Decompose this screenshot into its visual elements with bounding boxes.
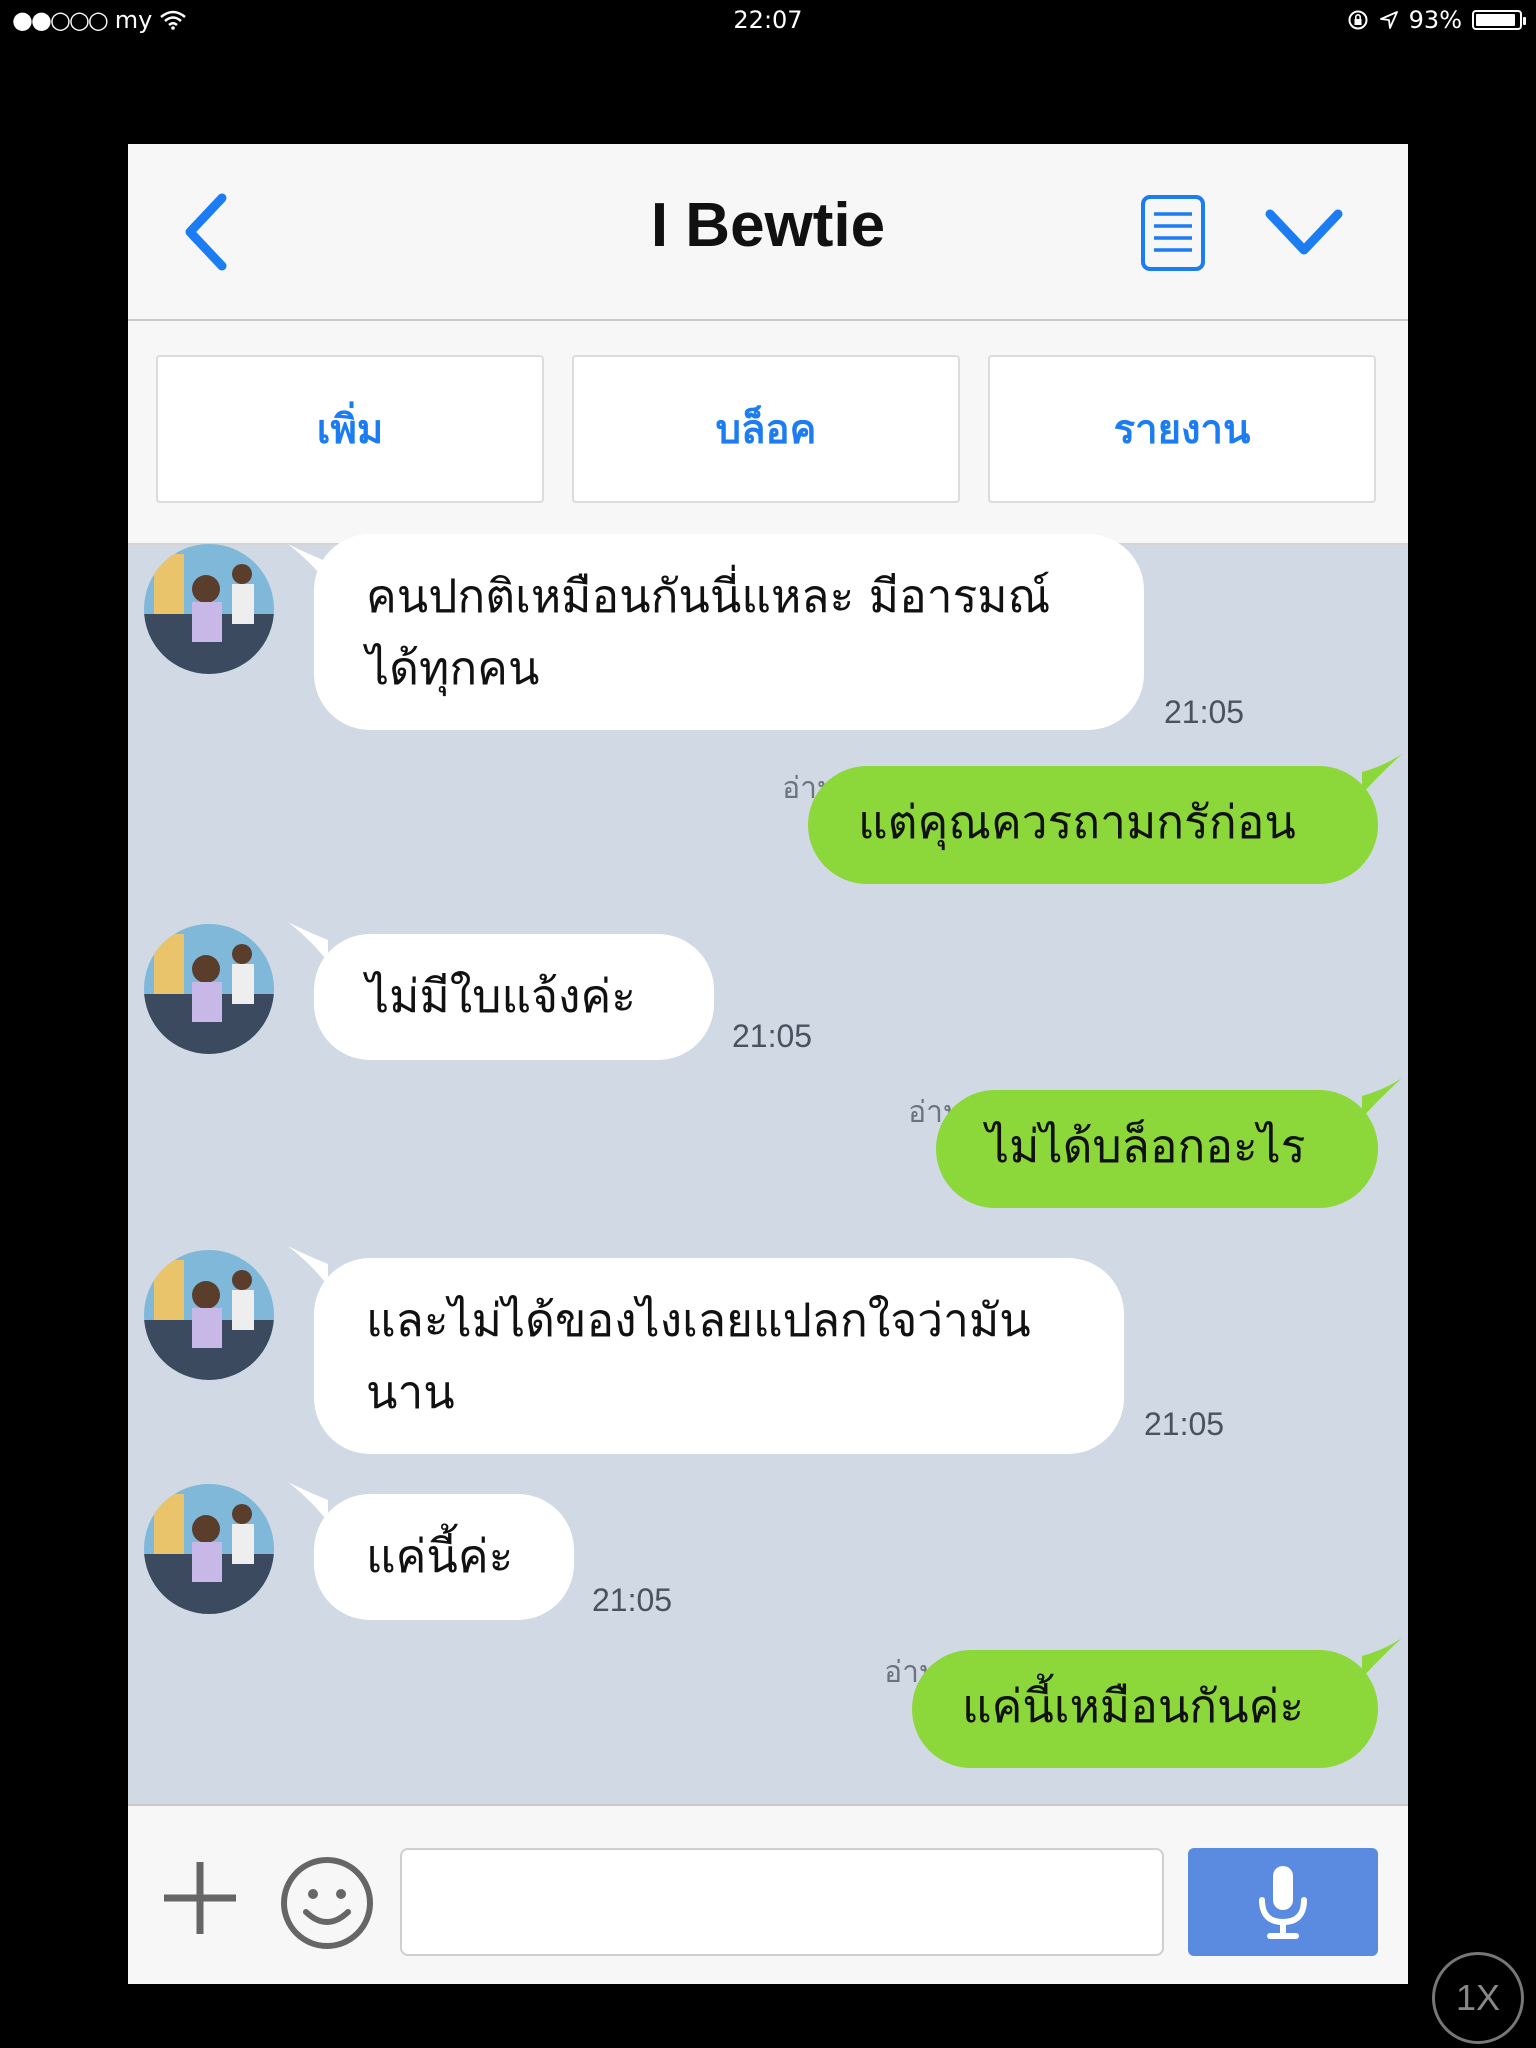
message-bubble-incoming[interactable]: แค่นี้ค่ะ — [314, 1494, 574, 1620]
message-time: 21:05 — [1164, 694, 1245, 730]
notes-button[interactable] — [1140, 194, 1206, 272]
message-text: ไม่มีใบแจ้งค่ะ — [366, 969, 636, 1023]
message-bubble-outgoing[interactable]: แต่คุณควรถามกรัก่อน — [808, 766, 1378, 884]
bubble-tail — [1362, 1638, 1402, 1678]
message-text: แค่นี้ค่ะ — [366, 1529, 514, 1583]
message-bubble-outgoing[interactable]: ไม่ได้บล็อกอะไร — [936, 1090, 1378, 1208]
bubble-tail — [1362, 1078, 1402, 1118]
battery-fill — [1476, 14, 1515, 26]
message-text: แค่นี้เหมือนกันค่ะ — [962, 1679, 1305, 1733]
message-time: 21:05 — [592, 1582, 673, 1618]
chat-header: I Bewtie — [128, 144, 1408, 321]
bubble-tail — [1362, 754, 1402, 794]
avatar[interactable] — [144, 544, 274, 674]
message-time: 21:05 — [1144, 1406, 1225, 1442]
bubble-tail — [288, 1246, 328, 1286]
bubble-tail — [288, 922, 328, 962]
message-bubble-incoming[interactable]: คนปกติเหมือนกันนี่แหละ มีอารมณ์ ได้ทุกคน — [314, 534, 1144, 730]
avatar-photo — [144, 1484, 274, 1614]
battery-percent: 93% — [1408, 6, 1462, 34]
block-button[interactable]: บล็อค — [572, 355, 960, 503]
note-icon — [1141, 195, 1205, 271]
plus-icon — [164, 1862, 236, 1934]
avatar[interactable] — [144, 1484, 274, 1614]
microphone-icon — [1259, 1866, 1307, 1939]
message-text: และไม่ได้ของไงเลยแปลกใจว่ามัน — [366, 1293, 1031, 1347]
battery-icon — [1472, 10, 1526, 30]
message-input[interactable] — [400, 1848, 1164, 1956]
message-bubble-outgoing[interactable]: แค่นี้เหมือนกันค่ะ — [912, 1650, 1378, 1768]
action-bar: เพิ่ม บล็อค รายงาน — [128, 321, 1408, 545]
chevron-down-icon — [1265, 209, 1343, 255]
input-bar — [128, 1804, 1408, 1984]
status-bar: ●●○○○ my 22:07 93% — [0, 0, 1536, 44]
add-friend-button[interactable]: เพิ่ม — [156, 355, 544, 503]
avatar[interactable] — [144, 924, 274, 1054]
smiley-icon — [281, 1857, 373, 1949]
message-text: นาน — [366, 1365, 455, 1419]
orientation-lock-icon — [1348, 10, 1368, 30]
chat-screen: I Bewtie เพิ่ม บล็อค รายงาน คนปกติเหมือน… — [128, 144, 1408, 1984]
chat-title: I Bewtie — [650, 191, 886, 260]
report-button[interactable]: รายงาน — [988, 355, 1376, 503]
voice-message-button[interactable] — [1188, 1848, 1378, 1956]
avatar-photo — [144, 544, 274, 674]
clock: 22:07 — [733, 6, 803, 34]
message-text: แต่คุณควรถามกรัก่อน — [858, 795, 1296, 849]
message-text: ไม่ได้บล็อกอะไร — [986, 1119, 1306, 1173]
attach-button[interactable] — [160, 1858, 240, 1938]
message-time: 21:05 — [732, 1018, 813, 1054]
menu-dropdown-button[interactable] — [1264, 206, 1344, 260]
location-arrow-icon — [1379, 11, 1398, 29]
avatar-photo — [144, 1250, 274, 1380]
avatar-photo — [144, 924, 274, 1054]
message-bubble-incoming[interactable]: ไม่มีใบแจ้งค่ะ — [314, 934, 714, 1060]
message-text: คนปกติเหมือนกันนี่แหละ มีอารมณ์ — [366, 569, 1051, 623]
message-list: คนปกติเหมือนกันนี่แหละ มีอารมณ์ ได้ทุกคน… — [128, 534, 1408, 1944]
bubble-tail — [288, 1482, 328, 1522]
message-text: ได้ทุกคน — [366, 641, 540, 695]
avatar[interactable] — [144, 1250, 274, 1380]
emoji-button[interactable] — [280, 1856, 374, 1950]
message-bubble-incoming[interactable]: และไม่ได้ของไงเลยแปลกใจว่ามัน นาน — [314, 1258, 1124, 1454]
zoom-toggle-button[interactable]: 1X — [1432, 1952, 1524, 2044]
